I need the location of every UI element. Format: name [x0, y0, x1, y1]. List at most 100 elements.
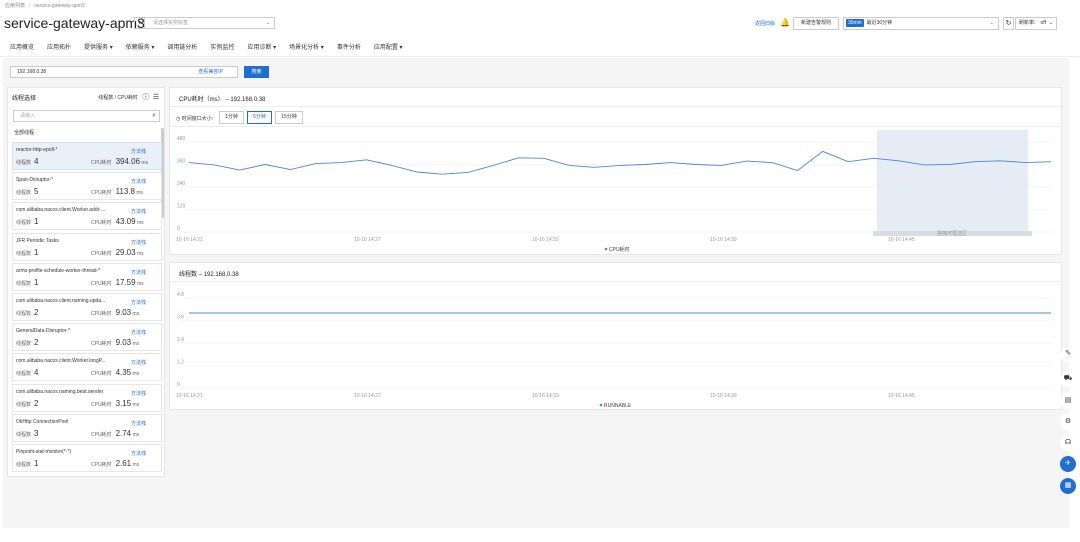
nav-item[interactable]: 应用诊断 ▾ — [247, 42, 276, 52]
method-stack-link[interactable]: 方法栈 — [131, 148, 146, 155]
doc-icon[interactable]: ▤ — [1060, 393, 1076, 409]
card-divider — [170, 106, 1061, 107]
thread-name: arms-profile-schedule-worker-thread-* — [16, 267, 101, 274]
time-range-badge: 30min — [846, 19, 864, 27]
thread-count: 线程数 2 — [16, 398, 39, 408]
nav-item[interactable]: 提供服务 ▾ — [84, 42, 113, 52]
thread-count: 线程数 1 — [16, 217, 39, 227]
thread-name: Span-Disruptor-* — [16, 177, 54, 184]
refresh-rate-label: 刷新率: — [1019, 20, 1036, 26]
cpu-time-chart[interactable]: 0 120 240 360 480 拖拽可框选区 10-16 14:21 10-16 14:2… — [170, 128, 1061, 254]
y-tick-label: 120 — [177, 204, 186, 210]
edit-icon[interactable]: ✎ — [1060, 346, 1076, 362]
legend-marker — [604, 247, 608, 251]
window-1min-button[interactable]: 1分钟 — [219, 111, 244, 124]
thread-count: 线程数 5 — [16, 187, 39, 197]
x-tick-label: 10-16 14:21 — [176, 393, 203, 399]
cart-icon[interactable]: ⛟ — [1060, 371, 1076, 387]
method-stack-link[interactable]: 方法栈 — [131, 390, 146, 397]
thread-list-item[interactable]: com.alibaba.nacos.client.Worker.addr-...… — [12, 202, 162, 231]
clock-icon: ◷ — [176, 116, 181, 122]
thread-list-item[interactable]: com.alibaba.nacos.client.naming.upda... 方… — [12, 293, 162, 321]
thread-cpu-time: CPU耗时 9.03 ms — [91, 308, 140, 317]
window-15min-button[interactable]: 15分钟 — [275, 111, 303, 124]
method-stack-link[interactable]: 方法栈 — [131, 178, 146, 185]
thread-list-item[interactable]: OkHttp ConnectionPool 方法栈 线程数 3 CPU耗时 2.74 ms — [12, 413, 162, 442]
refresh-icon[interactable]: ↻ — [1003, 17, 1014, 30]
y-tick-label: 4.8 — [177, 292, 184, 298]
thread-cpu-time: CPU耗时 2.74 ms — [91, 428, 140, 438]
method-stack-link[interactable]: 方法栈 — [131, 208, 146, 215]
gear-icon[interactable]: ⚙ — [1060, 414, 1076, 430]
grid-icon[interactable]: ▦ — [1060, 478, 1076, 494]
thread-list-item[interactable]: Pinpoint-stat-monitor(*-*) 方法栈 线程数 1 CPU耗时 2.… — [12, 444, 162, 472]
compatible-ip-link[interactable]: 查看兼容IP — [198, 67, 223, 77]
thread-list-item[interactable]: JFR Periodic Tasks 方法栈 线程数 1 CPU耗时 29.03 ms — [12, 232, 162, 261]
thread-count-card: 线程数 – 192.168.0.38 0 1.2 2.4 3.6 4.8 10-16 14… — [169, 262, 1062, 410]
y-tick-label: 480 — [177, 136, 186, 142]
method-stack-link[interactable]: 方法栈 — [131, 299, 146, 306]
headset-icon[interactable]: ☊ — [1060, 435, 1076, 451]
thread-filter-input[interactable]: 请输入 ⌕ — [13, 110, 160, 122]
breadcrumb: 应用列表 / service-gateway-apm3 — [5, 3, 85, 9]
thread-cpu-time: CPU耗时 9.03 ms — [91, 338, 140, 348]
new-alert-rule-button[interactable]: 新建告警规则 — [793, 17, 839, 30]
thread-list-item[interactable]: arms-profile-schedule-worker-thread-* 方法栈… — [12, 262, 162, 291]
method-stack-link[interactable]: 方法栈 — [131, 269, 146, 276]
card-divider — [170, 126, 1061, 127]
nav-item[interactable]: 实例监控 — [210, 42, 234, 52]
x-tick-label: 10-16 14:27 — [354, 393, 381, 399]
thread-name: com.alibaba.nacos.client.naming.upda... — [16, 298, 106, 304]
bell-icon[interactable]: 🔔 — [780, 18, 790, 27]
sort-icon[interactable]: ☰ — [153, 94, 159, 101]
method-stack-link[interactable]: 方法栈 — [131, 329, 146, 336]
window-5min-button[interactable]: 5分钟 — [247, 111, 272, 124]
ip-search-input[interactable]: 192.168.0.38 查看兼容IP — [10, 66, 238, 78]
nav-item[interactable]: 应用配置 ▾ — [374, 42, 403, 52]
x-tick-label: 10-16 14:21 — [176, 237, 203, 243]
method-stack-link[interactable]: 方法栈 — [131, 420, 146, 427]
refresh-rate-select[interactable]: 刷新率: off ⌄ — [1015, 17, 1057, 30]
nav-item[interactable]: 调用链分析 — [167, 42, 197, 52]
thread-list-item[interactable]: reactor-http-epoll-* 方法栈 线程数 4 CPU耗时 394.06 m… — [12, 142, 162, 170]
method-stack-link[interactable]: 方法栈 — [131, 450, 146, 457]
main-nav: 应用概览 应用拓扑 提供服务 ▾ 依赖服务 ▾ 调用链分析 实例监控 应用诊断 ▾ 场景化分析… — [10, 42, 416, 52]
thread-name: com.alibaba.nacos.client.Worker.longP... — [16, 358, 106, 365]
y-tick-label: 0 — [177, 382, 180, 388]
thread-count-chart[interactable]: 0 1.2 2.4 3.6 4.8 10-16 14:21 10-16 14:27 10-16… — [170, 283, 1061, 409]
thread-list-item[interactable]: Span-Disruptor-* 方法栈 线程数 5 CPU耗时 113.8 ms — [12, 172, 162, 201]
nav-item[interactable]: 应用拓扑 — [47, 42, 71, 52]
nav-item[interactable]: 场景化分析 ▾ — [289, 42, 324, 52]
thread-list-item[interactable]: GeneralData-Disruptor-* 方法栈 线程数 2 CPU耗时 9.03 … — [12, 323, 162, 352]
x-tick-label: 10-16 14:45 — [888, 237, 915, 243]
thread-list-item[interactable]: com.alibaba.nacos.naming.beat.sender 方法栈线… — [12, 383, 162, 412]
thread-list-item[interactable]: com.alibaba.nacos.client.Worker.longP...… — [12, 353, 162, 382]
method-stack-link[interactable]: 方法栈 — [131, 359, 146, 366]
thread-count: 线程数 3 — [16, 428, 39, 438]
plane-icon[interactable]: ✈ — [1060, 456, 1076, 472]
help-icon[interactable]: ⓘ — [142, 94, 149, 101]
thread-panel-title: 线程选择 — [12, 96, 37, 102]
search-button[interactable]: 搜索 — [244, 66, 269, 78]
app-switch-button[interactable]: ▾ — [134, 17, 144, 29]
old-version-link[interactable]: 返回旧版 — [755, 20, 775, 27]
y-tick-label: 1.2 — [177, 360, 184, 366]
nav-item[interactable]: 事件分析 — [337, 42, 361, 52]
x-tick-label: 10-16 14:39 — [710, 393, 737, 399]
thread-name: com.alibaba.nacos.client.Worker.addr-... — [16, 207, 106, 214]
nav-item[interactable]: 应用概览 — [10, 42, 34, 52]
thread-sort-control[interactable]: 线程数 / CPU耗时 ⓘ ☰ — [98, 92, 159, 102]
nav-item[interactable]: 依赖服务 ▾ — [126, 42, 155, 52]
chevron-down-icon: ⌄ — [989, 20, 994, 26]
thread-name: reactor-http-epoll-* — [16, 147, 58, 153]
x-tick-label: 10-16 14:27 — [354, 237, 381, 243]
breadcrumb-root[interactable]: 应用列表 — [5, 3, 25, 9]
time-range-select[interactable]: 30min 最近30分钟 ⌄ — [843, 17, 999, 30]
thread-count: 线程数 1 — [16, 459, 39, 468]
search-icon[interactable]: ⌕ — [152, 111, 156, 121]
time-window-label: ◷ 时间窗口大小: — [176, 116, 214, 122]
thread-name: com.alibaba.nacos.naming.beat.sender — [16, 388, 104, 395]
all-threads-option[interactable]: 全部线程 — [14, 129, 34, 136]
method-stack-link[interactable]: 方法栈 — [131, 239, 146, 246]
instance-select[interactable]: 请选择实例标签 ⌄ — [144, 17, 275, 29]
